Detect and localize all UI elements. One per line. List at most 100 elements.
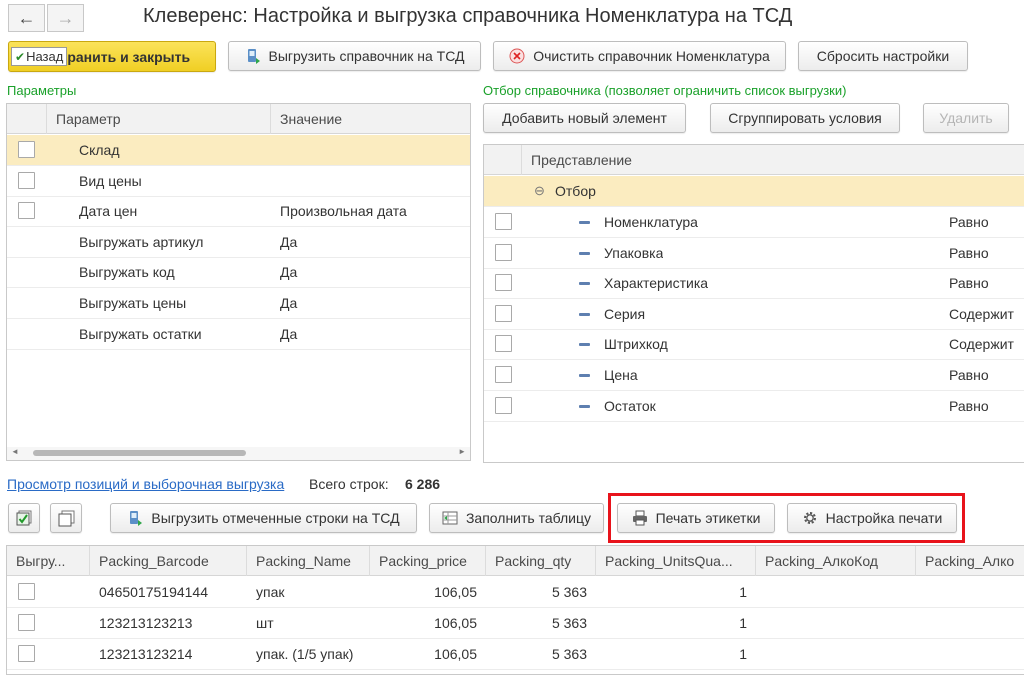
filter-condition[interactable]: Содержит — [949, 299, 1014, 329]
params-hscrollbar[interactable]: ◄ ► — [7, 447, 470, 460]
params-section-label: Параметры — [7, 83, 77, 98]
filter-row[interactable]: Остаток Равно — [484, 391, 1024, 422]
upload-directory-button[interactable]: Выгрузить справочник на ТСД — [228, 41, 481, 71]
param-value[interactable]: Да — [280, 288, 470, 318]
check-all-button[interactable] — [8, 503, 40, 533]
preview-col-header[interactable]: Packing_Name — [247, 546, 370, 576]
row-checkbox[interactable] — [495, 366, 512, 383]
cell-name: упак. (1/5 упак) — [256, 646, 354, 662]
filter-section-label: Отбор справочника (позволяет ограничить … — [483, 83, 847, 98]
total-rows-label: Всего строк: — [309, 476, 389, 492]
collapse-icon[interactable]: ⊖ — [534, 176, 545, 206]
forward-nav-button[interactable]: → — [47, 4, 84, 32]
filter-condition[interactable]: Равно — [949, 238, 989, 268]
row-checkbox[interactable] — [18, 583, 35, 600]
param-value[interactable] — [280, 135, 470, 165]
preview-col-header[interactable]: Выгру... — [7, 546, 90, 576]
filter-row[interactable]: Упаковка Равно — [484, 238, 1024, 269]
add-element-button[interactable]: Добавить новый элемент — [483, 103, 686, 133]
upload-directory-label: Выгрузить справочник на ТСД — [268, 48, 465, 64]
row-checkbox[interactable] — [18, 645, 35, 662]
preview-col-header[interactable]: Packing_price — [370, 546, 486, 576]
filter-field: Упаковка — [604, 244, 664, 261]
upload-marked-button[interactable]: Выгрузить отмеченные строки на ТСД — [110, 503, 417, 533]
row-checkbox[interactable] — [495, 243, 512, 261]
scroll-right-arrow-icon[interactable]: ► — [458, 447, 466, 456]
filter-condition[interactable]: Равно — [949, 207, 989, 237]
filter-item-icon — [579, 221, 590, 224]
fill-table-button[interactable]: Заполнить таблицу — [429, 503, 604, 533]
preview-row[interactable]: 123213123213 шт 106,05 5 363 1 — [7, 608, 1024, 639]
filter-field: Остаток — [604, 397, 656, 414]
params-hscroll-thumb[interactable] — [33, 450, 246, 456]
filter-item-icon — [579, 374, 590, 377]
scroll-left-arrow-icon[interactable]: ◄ — [11, 447, 19, 456]
reset-settings-button[interactable]: Сбросить настройки — [798, 41, 968, 71]
preview-row[interactable]: 123213123214 упак. (1/5 упак) 106,05 5 363 1 — [7, 639, 1024, 670]
preview-col-header[interactable]: Packing_qty — [486, 546, 596, 576]
preview-link[interactable]: Просмотр позиций и выборочная выгрузка — [7, 476, 284, 492]
filter-group-label: Отбор — [555, 183, 596, 199]
print-settings-label: Настройка печати — [825, 510, 943, 526]
param-value[interactable]: Да — [280, 257, 470, 287]
filter-condition[interactable]: Равно — [949, 268, 989, 298]
preview-col-header[interactable]: Packing_Алко — [916, 546, 1024, 576]
row-checkbox[interactable] — [495, 274, 512, 292]
total-rows-value: 6 286 — [405, 476, 441, 492]
param-value[interactable]: Да — [280, 319, 470, 349]
filter-row[interactable]: Номенклатура Равно — [484, 207, 1024, 238]
filter-row[interactable]: Штрихкод Содержит — [484, 329, 1024, 361]
upload-marked-label: Выгрузить отмеченные строки на ТСД — [151, 510, 400, 526]
param-value[interactable]: Да — [280, 227, 470, 257]
filter-col-repr[interactable]: Представление — [522, 145, 1024, 175]
filter-row[interactable]: Цена Равно — [484, 360, 1024, 391]
row-checkbox[interactable] — [18, 141, 35, 158]
row-checkbox[interactable] — [18, 202, 35, 220]
upload-device-icon — [127, 510, 143, 526]
param-value[interactable]: Произвольная дата — [280, 196, 470, 226]
preview-grid-header: Выгру... Packing_Barcode Packing_Name Packi… — [7, 546, 1024, 576]
params-row[interactable]: Дата цен Произвольная дата — [7, 196, 470, 228]
params-row[interactable]: Вид цены — [7, 166, 470, 197]
row-checkbox[interactable] — [495, 335, 512, 353]
row-checkbox[interactable] — [495, 304, 512, 322]
window-title: Клеверенс: Настройка и выгрузка справочн… — [143, 5, 793, 27]
print-labels-button[interactable]: Печать этикетки — [617, 503, 775, 533]
filter-row[interactable]: Серия Содержит — [484, 299, 1024, 330]
preview-row[interactable]: 04650175194144 упак 106,05 5 363 1 — [7, 577, 1024, 608]
filter-row[interactable]: Характеристика Равно — [484, 268, 1024, 300]
delete-button[interactable]: Удалить — [923, 103, 1009, 133]
filter-condition[interactable]: Содержит — [949, 329, 1014, 359]
row-checkbox[interactable] — [18, 614, 35, 631]
params-row[interactable]: Выгружать код Да — [7, 257, 470, 289]
filter-item-icon — [579, 312, 590, 316]
filter-group-row[interactable]: ⊖ Отбор — [484, 176, 1024, 207]
row-checkbox[interactable] — [495, 396, 512, 414]
clear-directory-button[interactable]: Очистить справочник Номенклатура — [493, 41, 786, 71]
check-icon: ✔ — [15, 49, 26, 64]
back-nav-button[interactable]: ← — [8, 4, 45, 32]
param-value[interactable] — [280, 166, 470, 196]
params-col-param[interactable]: Параметр — [47, 104, 271, 134]
params-row[interactable]: Склад — [7, 135, 470, 166]
row-checkbox[interactable] — [18, 171, 35, 189]
param-name: Склад — [79, 142, 120, 158]
param-name: Выгружать остатки — [79, 325, 202, 342]
row-checkbox[interactable] — [495, 213, 512, 230]
preview-col-header[interactable]: Packing_UnitsQua... — [596, 546, 756, 576]
params-grid: Параметр Значение Склад Вид цены Дата цен П… — [6, 103, 471, 461]
preview-col-header[interactable]: Packing_Barcode — [90, 546, 247, 576]
print-settings-button[interactable]: Настройка печати — [787, 503, 957, 533]
preview-col-header[interactable]: Packing_АлкоКод — [756, 546, 916, 576]
filter-field: Номенклатура — [604, 214, 698, 230]
uncheck-all-button[interactable] — [50, 503, 82, 533]
params-row[interactable]: Выгружать остатки Да — [7, 319, 470, 350]
save-and-close-button[interactable]: ✔ Назад ранить и закрыть — [8, 41, 216, 72]
params-col-value[interactable]: Значение — [271, 104, 470, 134]
params-row[interactable]: Выгружать артикул Да — [7, 227, 470, 258]
filter-condition[interactable]: Равно — [949, 360, 989, 390]
params-row[interactable]: Выгружать цены Да — [7, 288, 470, 319]
group-conditions-button[interactable]: Сгруппировать условия — [710, 103, 900, 133]
filter-condition[interactable]: Равно — [949, 391, 989, 421]
check-all-icon — [16, 510, 31, 525]
